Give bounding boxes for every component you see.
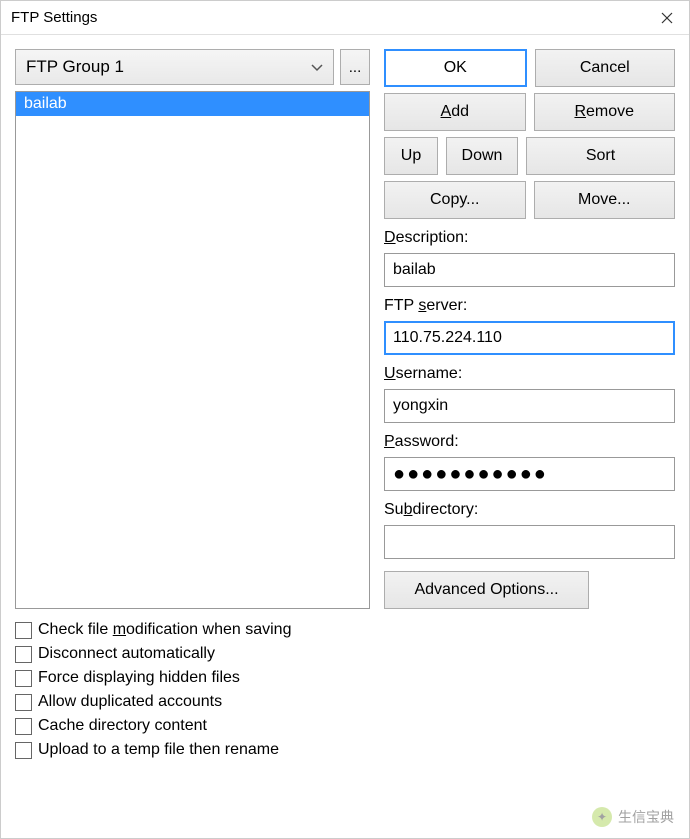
ok-button[interactable]: OK xyxy=(384,49,527,87)
close-icon[interactable] xyxy=(653,4,681,32)
server-label: FTP server: xyxy=(384,297,675,315)
password-label: Password: xyxy=(384,433,675,451)
watermark: ✦ 生信宝典 xyxy=(592,807,674,827)
group-selected: FTP Group 1 xyxy=(26,57,124,77)
content-area: FTP Group 1 ... bailab OK xyxy=(1,35,689,838)
checkbox-group: Check file modification when saving Disc… xyxy=(15,621,675,759)
group-combobox[interactable]: FTP Group 1 xyxy=(15,49,334,85)
sort-button[interactable]: Sort xyxy=(526,137,675,175)
add-button[interactable]: Add xyxy=(384,93,526,131)
titlebar: FTP Settings xyxy=(1,1,689,35)
checkbox-icon xyxy=(15,670,32,687)
password-input[interactable]: ●●●●●●●●●●● xyxy=(384,457,675,491)
server-input[interactable] xyxy=(384,321,675,355)
description-label: Description: xyxy=(384,229,675,247)
down-button[interactable]: Down xyxy=(446,137,518,175)
checkbox-icon xyxy=(15,742,32,759)
window-title: FTP Settings xyxy=(11,9,653,26)
group-ellipsis-button[interactable]: ... xyxy=(340,49,370,85)
up-button[interactable]: Up xyxy=(384,137,438,175)
copy-button[interactable]: Copy... xyxy=(384,181,526,219)
checkbox-icon xyxy=(15,718,32,735)
watermark-text: 生信宝典 xyxy=(618,807,674,827)
check-duplicated-accounts[interactable]: Allow duplicated accounts xyxy=(15,693,675,711)
checkbox-icon xyxy=(15,622,32,639)
remove-button[interactable]: Remove xyxy=(534,93,676,131)
check-cache-directory[interactable]: Cache directory content xyxy=(15,717,675,735)
check-disconnect-auto[interactable]: Disconnect automatically xyxy=(15,645,675,663)
checkbox-icon xyxy=(15,646,32,663)
username-label: Username: xyxy=(384,365,675,383)
account-listbox[interactable]: bailab xyxy=(15,91,370,609)
check-file-modification[interactable]: Check file modification when saving xyxy=(15,621,675,639)
cancel-button[interactable]: Cancel xyxy=(535,49,676,87)
subdirectory-label: Subdirectory: xyxy=(384,501,675,519)
ftp-settings-window: FTP Settings FTP Group 1 ... xyxy=(0,0,690,839)
check-hidden-files[interactable]: Force displaying hidden files xyxy=(15,669,675,687)
list-item[interactable]: bailab xyxy=(16,92,369,116)
advanced-options-button[interactable]: Advanced Options... xyxy=(384,571,589,609)
username-input[interactable] xyxy=(384,389,675,423)
check-upload-temp[interactable]: Upload to a temp file then rename xyxy=(15,741,675,759)
watermark-icon: ✦ xyxy=(592,807,612,827)
move-button[interactable]: Move... xyxy=(534,181,676,219)
chevron-down-icon xyxy=(311,57,323,77)
subdirectory-input[interactable] xyxy=(384,525,675,559)
checkbox-icon xyxy=(15,694,32,711)
description-input[interactable] xyxy=(384,253,675,287)
